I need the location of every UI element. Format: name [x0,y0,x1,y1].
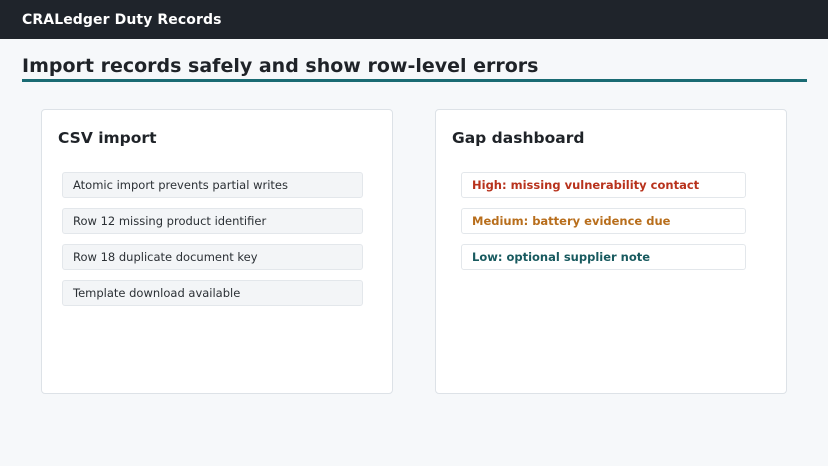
page-title: Import records safely and show row-level… [22,55,539,77]
csv-import-item: Atomic import prevents partial writes [62,172,363,198]
app-title: CRALedger Duty Records [22,11,222,28]
csv-import-card: CSV import Atomic import prevents partia… [41,109,393,394]
csv-import-title: CSV import [58,129,157,147]
title-underline [22,79,807,82]
csv-import-item: Row 18 duplicate document key [62,244,363,270]
gap-item-medium: Medium: battery evidence due [461,208,746,234]
csv-import-item: Row 12 missing product identifier [62,208,363,234]
gap-item-low: Low: optional supplier note [461,244,746,270]
top-bar: CRALedger Duty Records [0,0,828,39]
gap-dashboard-title: Gap dashboard [452,129,585,147]
csv-import-item: Template download available [62,280,363,306]
gap-item-high: High: missing vulnerability contact [461,172,746,198]
gap-dashboard-card: Gap dashboard High: missing vulnerabilit… [435,109,787,394]
